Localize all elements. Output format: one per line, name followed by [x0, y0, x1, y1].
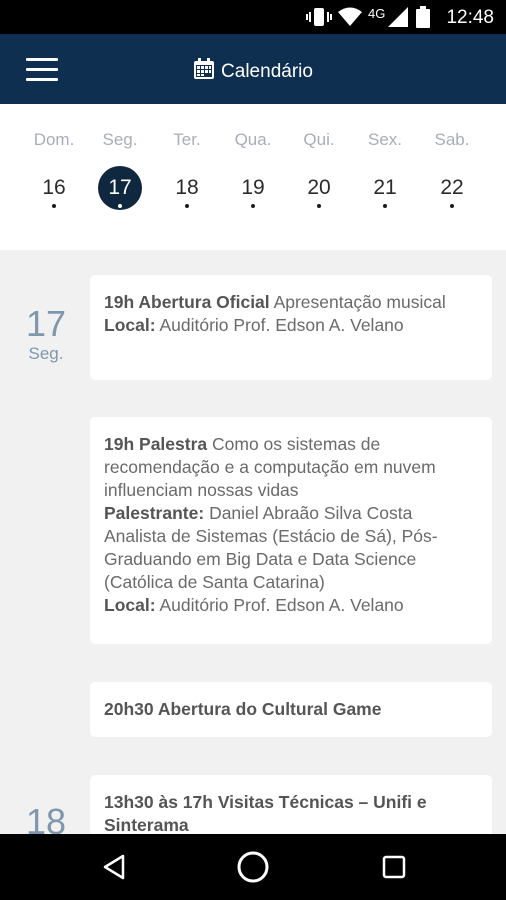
date-number: 18	[25, 801, 67, 835]
event-time-title: 20h30 Abertura do Cultural Game	[104, 699, 382, 719]
week-strip: Dom. 16 Seg. 17 Ter. 18 Qua. 19 Qui. 20 …	[0, 104, 506, 250]
event-card[interactable]: 19h Abertura Oficial Apresentação musica…	[90, 275, 492, 380]
day-sunday[interactable]: Dom. 16	[21, 104, 87, 250]
event-dot	[383, 204, 387, 208]
date-number: 17	[25, 303, 67, 344]
battery-icon	[416, 6, 430, 28]
event-dot	[185, 204, 189, 208]
day-name: Sex.	[367, 130, 403, 149]
recents-square-icon[interactable]	[374, 847, 414, 887]
event-local-value: Auditório Prof. Edson A. Velano	[159, 595, 404, 615]
event-time-title: 19h Palestra	[104, 434, 208, 454]
day-monday[interactable]: Seg. 17	[87, 104, 153, 250]
event-local-label: Local:	[104, 595, 156, 615]
event-dot	[317, 204, 321, 208]
date-label-17: 17 Seg.	[14, 304, 78, 364]
day-name: Seg.	[102, 130, 138, 149]
event-speaker-label: Palestrante:	[104, 503, 205, 523]
event-dot	[52, 204, 56, 208]
event-dot	[251, 204, 255, 208]
event-time-title: 19h Abertura Oficial	[104, 292, 270, 312]
day-name: Dom.	[33, 130, 75, 149]
wifi-icon	[338, 7, 362, 27]
event-time-title: 13h30 às 17h Visitas Técnicas – Unifi e …	[104, 792, 427, 834]
app-bar: Calendário	[0, 34, 506, 104]
calendar-icon	[193, 58, 215, 86]
event-local-label: Local:	[104, 315, 156, 335]
event-card[interactable]: 13h30 às 17h Visitas Técnicas – Unifi e …	[90, 775, 492, 834]
day-friday[interactable]: Sex. 21	[352, 104, 418, 250]
event-card[interactable]: 20h30 Abertura do Cultural Game	[90, 682, 492, 737]
schedule-list[interactable]: 17 Seg. 19h Abertura Oficial Apresentaçã…	[0, 250, 506, 834]
status-bar: 4G 12:48	[0, 0, 506, 34]
system-nav-bar	[0, 834, 506, 900]
day-saturday[interactable]: Sab. 22	[419, 104, 485, 250]
status-icons: 4G	[306, 6, 430, 28]
day-tuesday[interactable]: Ter. 18	[154, 104, 220, 250]
event-dot	[450, 204, 454, 208]
app-title-text: Calendário	[221, 61, 313, 82]
signal-icon: 4G	[368, 6, 410, 28]
home-circle-icon[interactable]	[233, 847, 273, 887]
day-thursday[interactable]: Qui. 20	[286, 104, 352, 250]
app-title: Calendário	[0, 58, 506, 86]
day-name: Ter.	[173, 130, 201, 149]
event-local-value: Auditório Prof. Edson A. Velano	[159, 315, 404, 335]
event-card[interactable]: 19h Palestra Como os sistemas de recomen…	[90, 417, 492, 644]
date-label-18: 18	[14, 801, 78, 835]
day-name: Qua.	[234, 130, 272, 149]
vibrate-icon	[306, 7, 332, 27]
back-triangle-icon[interactable]	[94, 847, 134, 887]
day-name: Qui.	[303, 130, 335, 149]
network-type-label: 4G	[368, 6, 386, 21]
event-dot	[118, 204, 122, 208]
date-weekday: Seg.	[28, 344, 64, 363]
status-time: 12:48	[446, 7, 494, 28]
event-description: Apresentação musical	[273, 292, 446, 312]
day-wednesday[interactable]: Qua. 19	[220, 104, 286, 250]
day-name: Sab.	[434, 130, 470, 149]
